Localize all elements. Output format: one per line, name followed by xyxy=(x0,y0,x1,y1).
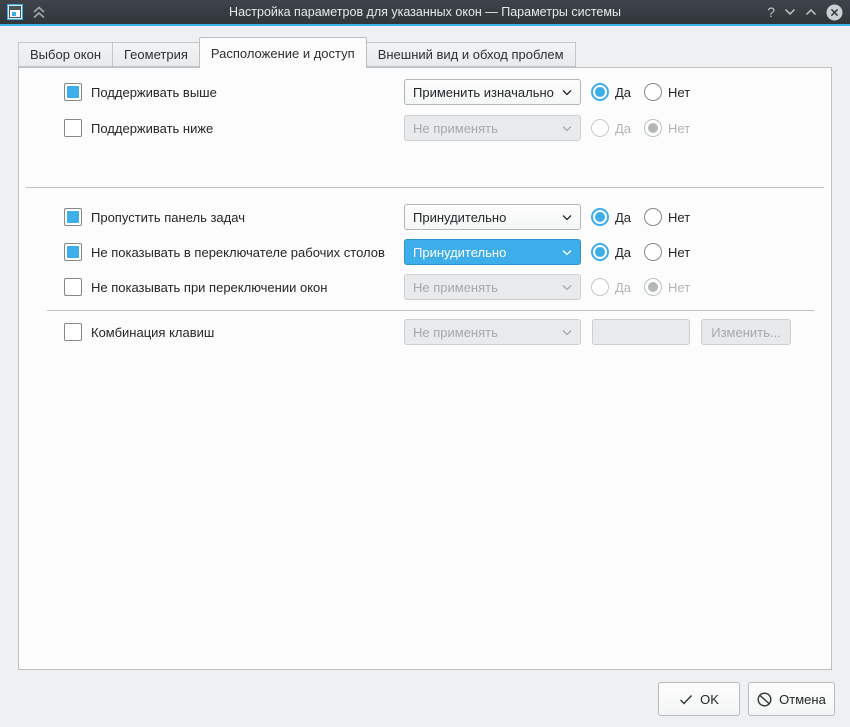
radio-skip-switcher-no[interactable]: Нет xyxy=(644,278,690,296)
dropdown-skip-switcher[interactable]: Не применять xyxy=(404,274,581,300)
radio-group-skip-switcher: Да Нет xyxy=(591,274,690,300)
radio-icon xyxy=(644,243,662,261)
radio-keep-below-no[interactable]: Нет xyxy=(644,119,690,137)
radio-group-keep-above: Да Нет xyxy=(591,79,690,105)
setting-row-skip-taskbar: Пропустить панель задач Принудительно Да… xyxy=(19,204,831,230)
radio-group-skip-taskbar: Да Нет xyxy=(591,204,690,230)
tab-appearance-workarounds[interactable]: Внешний вид и обход проблем xyxy=(366,42,576,67)
radio-group-keep-below: Да Нет xyxy=(591,115,690,141)
radio-skip-pager-yes[interactable]: Да xyxy=(591,243,631,261)
dropdown-skip-taskbar[interactable]: Принудительно xyxy=(404,204,581,230)
dropdown-value: Не применять xyxy=(413,280,498,295)
checkbox-skip-switcher[interactable] xyxy=(64,278,82,296)
tab-label: Расположение и доступ xyxy=(211,46,355,61)
radio-skip-pager-no[interactable]: Нет xyxy=(644,243,690,261)
label-skip-pager[interactable]: Не показывать в переключателе рабочих ст… xyxy=(91,244,385,261)
tab-label: Внешний вид и обход проблем xyxy=(378,47,564,62)
checkbox-shortcut[interactable] xyxy=(64,323,82,341)
chevron-down-icon xyxy=(562,249,572,256)
tab-geometry[interactable]: Геометрия xyxy=(112,42,200,67)
radio-icon xyxy=(644,208,662,226)
setting-row-keep-above: Поддерживать выше Применить изначально Д… xyxy=(19,79,831,105)
maximize-icon[interactable] xyxy=(805,8,817,16)
cancel-icon xyxy=(757,692,772,707)
shortcut-input[interactable] xyxy=(592,319,690,345)
chevron-down-icon xyxy=(562,214,572,221)
setting-row-skip-pager: Не показывать в переключателе рабочих ст… xyxy=(19,239,831,265)
chevron-down-icon xyxy=(562,89,572,96)
window-menu-icon[interactable] xyxy=(7,4,23,20)
setting-row-keep-below: Поддерживать ниже Не применять Да Нет xyxy=(19,115,831,141)
ok-button[interactable]: OK xyxy=(658,682,740,716)
radio-icon xyxy=(644,278,662,296)
label-shortcut[interactable]: Комбинация клавиш xyxy=(91,324,214,341)
label-keep-above[interactable]: Поддерживать выше xyxy=(91,84,217,101)
radio-icon xyxy=(644,83,662,101)
dropdown-value: Не применять xyxy=(413,325,498,340)
label-keep-below[interactable]: Поддерживать ниже xyxy=(91,120,213,137)
window-rules-dialog: Настройка параметров для указанных окон … xyxy=(0,0,850,727)
chevron-down-icon xyxy=(562,329,572,336)
dropdown-value: Не применять xyxy=(413,121,498,136)
cancel-label: Отмена xyxy=(779,692,826,707)
radio-icon xyxy=(591,278,609,296)
tab-window-matching[interactable]: Выбор окон xyxy=(18,42,113,67)
checkbox-keep-below[interactable] xyxy=(64,119,82,137)
radio-skip-switcher-yes[interactable]: Да xyxy=(591,278,631,296)
radio-icon xyxy=(591,243,609,261)
dropdown-keep-above[interactable]: Применить изначально xyxy=(404,79,581,105)
dropdown-value: Принудительно xyxy=(413,210,506,225)
change-shortcut-button[interactable]: Изменить... xyxy=(701,319,791,345)
checkbox-skip-taskbar[interactable] xyxy=(64,208,82,226)
dropdown-value: Принудительно xyxy=(413,245,506,260)
window-title: Настройка параметров для указанных окон … xyxy=(0,5,850,19)
check-icon xyxy=(679,694,693,705)
separator xyxy=(47,310,814,311)
checkbox-keep-above[interactable] xyxy=(64,83,82,101)
radio-skip-taskbar-no[interactable]: Нет xyxy=(644,208,690,226)
titlebar: Настройка параметров для указанных окон … xyxy=(0,0,850,26)
chevron-down-icon xyxy=(562,284,572,291)
dropdown-keep-below[interactable]: Не применять xyxy=(404,115,581,141)
radio-icon xyxy=(591,83,609,101)
tab-label: Выбор окон xyxy=(30,47,101,62)
radio-icon xyxy=(591,119,609,137)
radio-keep-below-yes[interactable]: Да xyxy=(591,119,631,137)
checkbox-skip-pager[interactable] xyxy=(64,243,82,261)
cancel-button[interactable]: Отмена xyxy=(748,682,835,716)
dropdown-shortcut[interactable]: Не применять xyxy=(404,319,581,345)
keep-above-icon[interactable] xyxy=(32,6,46,19)
settings-panel: Поддерживать выше Применить изначально Д… xyxy=(18,67,832,670)
help-icon[interactable]: ? xyxy=(767,5,775,19)
label-skip-switcher[interactable]: Не показывать при переключении окон xyxy=(91,279,327,296)
radio-keep-above-yes[interactable]: Да xyxy=(591,83,631,101)
dropdown-value: Применить изначально xyxy=(413,85,554,100)
chevron-down-icon xyxy=(562,125,572,132)
dropdown-skip-pager[interactable]: Принудительно xyxy=(404,239,581,265)
label-skip-taskbar[interactable]: Пропустить панель задач xyxy=(91,209,245,226)
radio-group-skip-pager: Да Нет xyxy=(591,239,690,265)
minimize-icon[interactable] xyxy=(784,8,796,16)
separator xyxy=(26,187,824,188)
ok-label: OK xyxy=(700,692,719,707)
radio-skip-taskbar-yes[interactable]: Да xyxy=(591,208,631,226)
setting-row-skip-switcher: Не показывать при переключении окон Не п… xyxy=(19,274,831,300)
radio-keep-above-no[interactable]: Нет xyxy=(644,83,690,101)
tab-bar: Выбор окон Геометрия Расположение и дост… xyxy=(18,37,575,68)
radio-icon xyxy=(591,208,609,226)
tab-label: Геометрия xyxy=(124,47,188,62)
radio-icon xyxy=(644,119,662,137)
setting-row-shortcut: Комбинация клавиш Не применять Изменить.… xyxy=(19,319,831,345)
tab-arrangement-access[interactable]: Расположение и доступ xyxy=(199,37,367,68)
close-icon[interactable] xyxy=(826,4,843,21)
